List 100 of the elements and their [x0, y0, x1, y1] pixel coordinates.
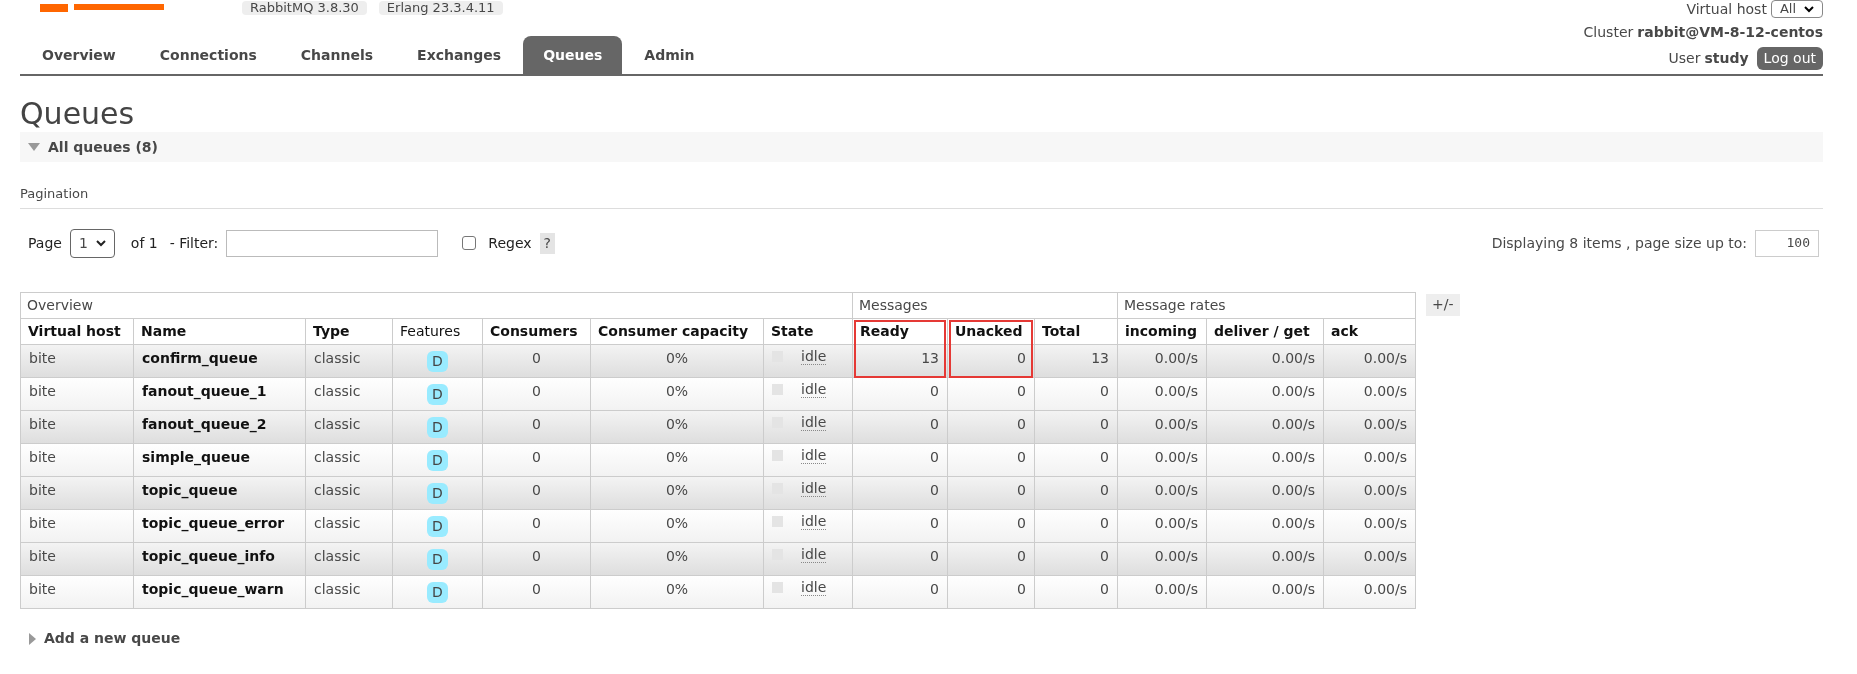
logout-button[interactable]: Log out	[1756, 47, 1823, 70]
table-cell: 0%	[590, 575, 764, 608]
table-cell: 0	[947, 410, 1035, 443]
column-header: Features	[392, 318, 483, 344]
table-cell: bite	[20, 476, 134, 509]
table-cell: 0	[947, 575, 1035, 608]
table-cell: bite	[20, 344, 134, 377]
table-cell: 0.00/s	[1206, 476, 1324, 509]
feature-badge: D	[427, 482, 448, 504]
cluster-label: Cluster	[1583, 23, 1634, 42]
table-cell: 0	[947, 443, 1035, 476]
state-icon	[772, 383, 783, 395]
table-cell: bite	[20, 377, 134, 410]
state-text: idle	[801, 347, 827, 365]
table-cell: 0	[482, 476, 591, 509]
column-group-header: Messages	[852, 292, 1118, 318]
section-header[interactable]: All queues (8)	[20, 132, 1823, 162]
table-cell: topic_queue	[133, 476, 306, 509]
feature-badge: D	[427, 449, 448, 471]
table-cell: 0	[1034, 410, 1118, 443]
table-cell: 0.00/s	[1117, 542, 1207, 575]
nav-tab[interactable]: Exchanges	[397, 36, 522, 74]
table-cell: bite	[20, 410, 134, 443]
state-text: idle	[801, 512, 827, 530]
column-group-header: Overview	[20, 292, 853, 318]
feature-badge: D	[427, 581, 448, 603]
column-header: Name	[133, 318, 306, 344]
state-text: idle	[801, 380, 827, 398]
filter-field[interactable]	[226, 229, 439, 257]
table-cell: 0.00/s	[1206, 410, 1324, 443]
table-cell: 0.00/s	[1323, 443, 1416, 476]
nav-tab[interactable]: Connections	[139, 36, 277, 74]
table-cell: 0	[947, 542, 1035, 575]
state-text: idle	[801, 578, 827, 596]
virtual-host-label: Virtual host	[1686, 0, 1767, 19]
column-toggle-button[interactable]: +/-	[1426, 293, 1460, 316]
table-cell: classic	[305, 575, 393, 608]
table-cell: 0	[482, 410, 591, 443]
table-cell: 0	[852, 542, 948, 575]
feature-badge: D	[427, 350, 448, 372]
feature-badge: D	[427, 383, 448, 405]
feature-badge: D	[427, 416, 448, 438]
column-header: State	[763, 318, 853, 344]
version-badge: RabbitMQ 3.8.30	[242, 1, 367, 15]
nav-tab[interactable]: Queues	[523, 36, 623, 74]
state-icon	[772, 449, 783, 461]
section-header[interactable]: Add a new queue	[20, 628, 189, 649]
page-count: of 1	[130, 233, 158, 253]
table-cell: classic	[305, 344, 393, 377]
table-cell: 0	[947, 344, 1035, 377]
page-select[interactable]: 1	[69, 228, 115, 258]
table-cell: 0	[947, 509, 1035, 542]
column-header: Type	[305, 318, 393, 344]
table-cell: 0.00/s	[1323, 575, 1416, 608]
table-cell: 0	[482, 509, 591, 542]
state-icon	[772, 581, 783, 593]
column-group-header: Message rates	[1117, 292, 1416, 318]
table-cell: 0%	[590, 509, 764, 542]
virtual-host-select[interactable]: All	[1770, 0, 1823, 18]
table-cell: 0.00/s	[1206, 575, 1324, 608]
regex-checkbox[interactable]	[462, 236, 477, 250]
table-cell: 0.00/s	[1206, 344, 1324, 377]
nav-tab[interactable]: Overview	[22, 36, 136, 74]
table-cell: 0	[482, 542, 591, 575]
help-button[interactable]: ?	[539, 232, 556, 254]
table-cell: 0%	[590, 542, 764, 575]
table-cell: 0%	[590, 443, 764, 476]
column-header: Consumer capacity	[590, 318, 764, 344]
table-cell: classic	[305, 509, 393, 542]
column-header: Consumers	[482, 318, 591, 344]
table-cell: 0.00/s	[1206, 443, 1324, 476]
pagination-title: Pagination	[20, 184, 1823, 209]
nav-tab[interactable]: Channels	[280, 36, 394, 74]
table-cell: confirm_queue	[133, 344, 306, 377]
table-cell: 0	[482, 377, 591, 410]
table-cell: 0.00/s	[1323, 344, 1416, 377]
table-cell: 0.00/s	[1117, 476, 1207, 509]
table-cell: 0.00/s	[1206, 542, 1324, 575]
table-cell: 0.00/s	[1323, 377, 1416, 410]
nav-tab[interactable]: Admin	[624, 36, 715, 74]
table-cell: 0	[1034, 509, 1118, 542]
table-cell: classic	[305, 377, 393, 410]
page-size-field[interactable]: 100	[1755, 229, 1819, 257]
table-cell: 0%	[590, 377, 764, 410]
table-cell: simple_queue	[133, 443, 306, 476]
column-header: ack	[1323, 318, 1416, 344]
state-text: idle	[801, 479, 827, 497]
chevron-down-icon	[95, 239, 106, 247]
table-cell: 0%	[590, 476, 764, 509]
table-cell: 0	[947, 476, 1035, 509]
user-label: User	[1668, 49, 1701, 68]
table-cell: 0.00/s	[1323, 476, 1416, 509]
table-cell: fanout_queue_2	[133, 410, 306, 443]
table-cell: 0.00/s	[1323, 509, 1416, 542]
table-cell: 0	[852, 443, 948, 476]
chevron-down-icon	[1804, 5, 1814, 13]
state-text: idle	[801, 446, 827, 464]
table-cell: 0	[852, 509, 948, 542]
table-cell: classic	[305, 476, 393, 509]
table-cell: 0	[482, 344, 591, 377]
